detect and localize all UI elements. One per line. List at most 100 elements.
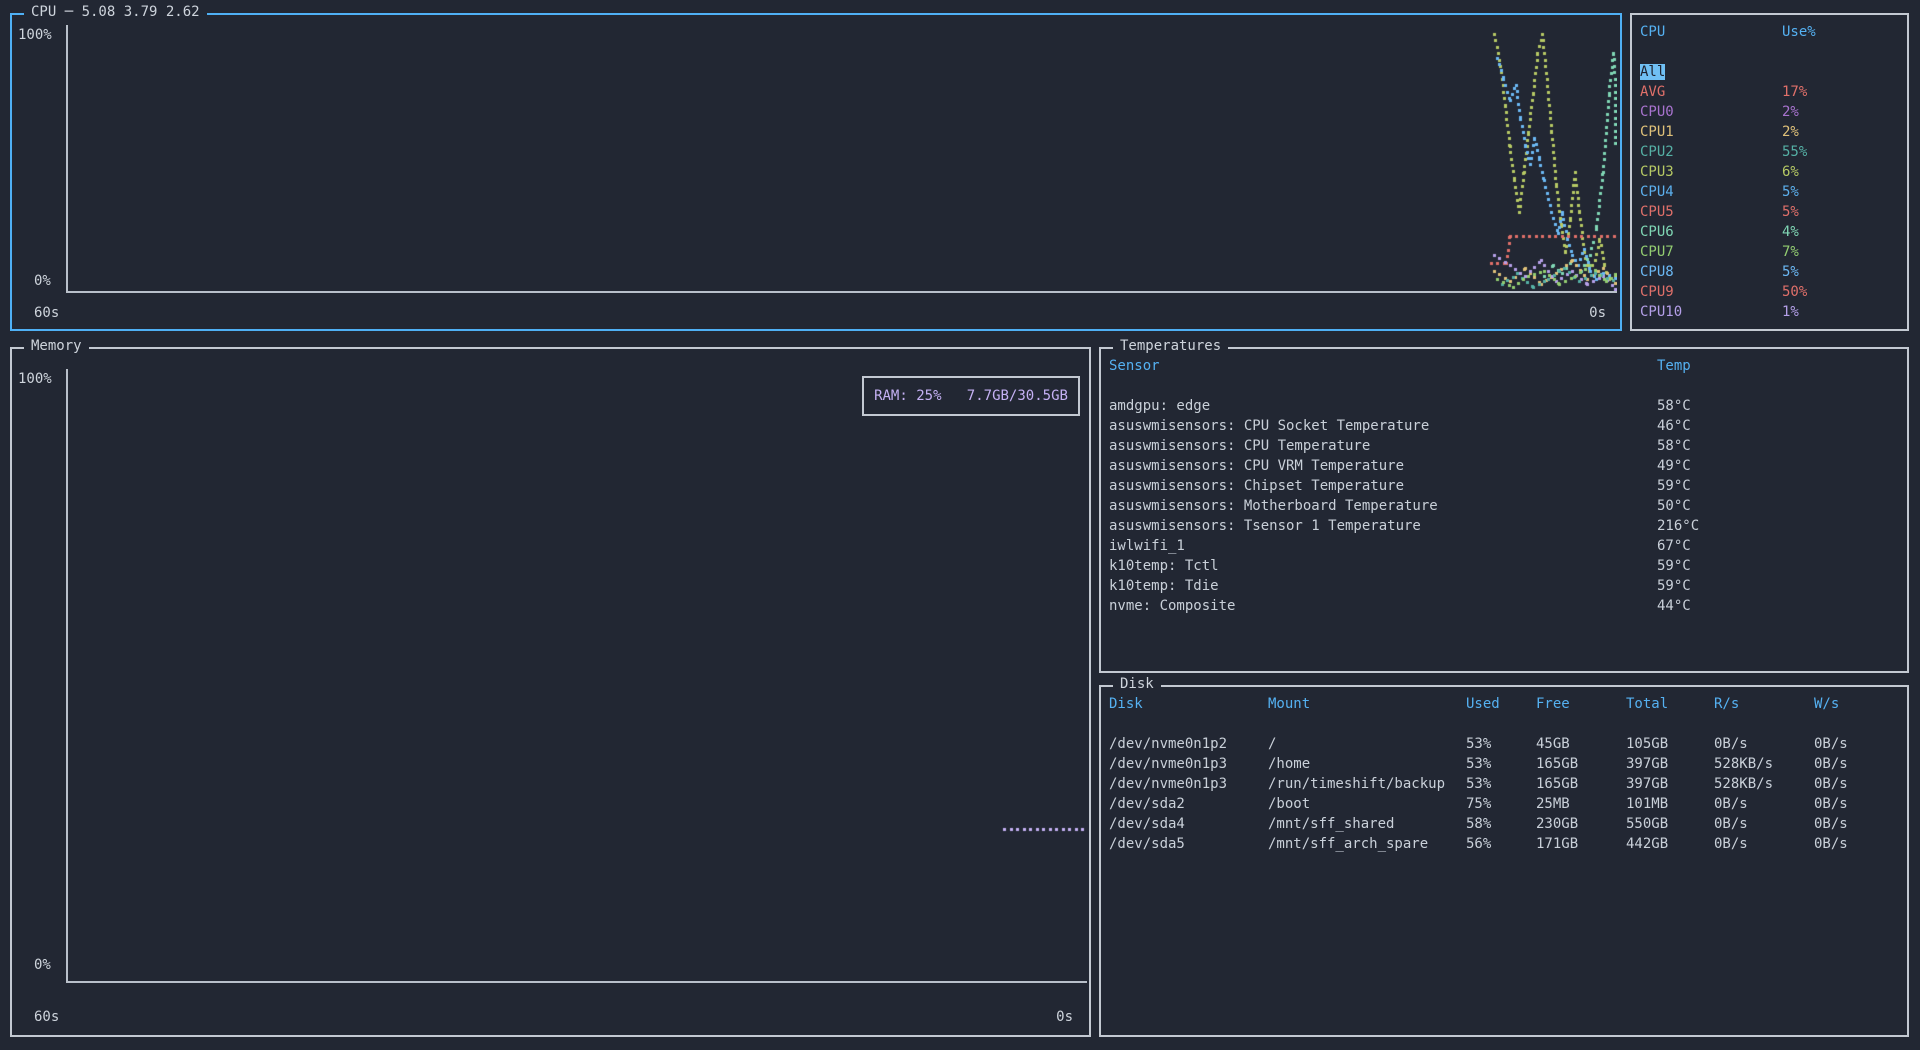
memory-panel[interactable]: Memory 100% 0% 60s 0s RAM: 25% 7.7GB/30.… bbox=[10, 347, 1091, 1037]
sensor-temp: 59°C bbox=[1657, 556, 1907, 576]
disk-row[interactable]: /dev/nvme0n1p3/home53%165GB397GB528KB/s0… bbox=[1101, 754, 1907, 774]
disk-row[interactable]: /dev/sda4/mnt/sff_shared58%230GB550GB0B/… bbox=[1101, 814, 1907, 834]
cpu-graph-panel[interactable]: CPU ─ 5.08 3.79 2.62 100% 0% 60s 0s bbox=[10, 13, 1622, 331]
cpu-row-cpu10[interactable]: CPU10 1% bbox=[1632, 302, 1907, 322]
cpu-row-label: CPU4 bbox=[1640, 184, 1674, 200]
temp-row[interactable]: asuswmisensors: Motherboard Temperature5… bbox=[1101, 496, 1907, 516]
temp-row[interactable]: asuswmisensors: Tsensor 1 Temperature216… bbox=[1101, 516, 1907, 536]
disk-table-header: DiskMountUsedFreeTotalR/sW/s bbox=[1101, 694, 1907, 714]
sensor-temp: 58°C bbox=[1657, 396, 1907, 416]
cpu-row-cpu0[interactable]: CPU02% bbox=[1632, 102, 1907, 122]
memory-x-left-label: 60s bbox=[34, 1009, 59, 1025]
sensor-name: asuswmisensors: CPU Socket Temperature bbox=[1109, 416, 1657, 436]
sensor-temp: 67°C bbox=[1657, 536, 1907, 556]
cpu-row-label: CPU8 bbox=[1640, 264, 1674, 280]
disk-device: /dev/nvme0n1p2 bbox=[1109, 734, 1268, 754]
disk-mount: /boot bbox=[1268, 794, 1466, 814]
sensor-name: k10temp: Tctl bbox=[1109, 556, 1657, 576]
cpu-row-cpu3[interactable]: CPU36% bbox=[1632, 162, 1907, 182]
cpu-row-cpu1[interactable]: CPU12% bbox=[1632, 122, 1907, 142]
disk-write-rate: 0B/s bbox=[1814, 774, 1907, 794]
disk-used: 53% bbox=[1466, 754, 1536, 774]
disk-total: 550GB bbox=[1626, 814, 1714, 834]
cpu-row-cpu2[interactable]: CPU255% bbox=[1632, 142, 1907, 162]
cpu-row-label: CPU10 bbox=[1640, 304, 1682, 320]
cpu-row-cpu6[interactable]: CPU64% bbox=[1632, 222, 1907, 242]
sensor-temp: 58°C bbox=[1657, 436, 1907, 456]
temp-row[interactable]: k10temp: Tdie59°C bbox=[1101, 576, 1907, 596]
disk-write-rate: 0B/s bbox=[1814, 834, 1907, 854]
disk-free: 165GB bbox=[1536, 774, 1626, 794]
cpu-y-max-label: 100% bbox=[18, 27, 52, 43]
temp-row[interactable]: asuswmisensors: CPU VRM Temperature49°C bbox=[1101, 456, 1907, 476]
cpu-row-label: All bbox=[1640, 64, 1665, 80]
cpu-row-value: 2% bbox=[1782, 122, 1907, 142]
temp-row[interactable]: k10temp: Tctl59°C bbox=[1101, 556, 1907, 576]
disk-mount: /home bbox=[1268, 754, 1466, 774]
cpu-table-panel[interactable]: CPU Use% AllAVG17%CPU02%CPU12%CPU255%CPU… bbox=[1630, 13, 1909, 331]
cpu-row-avg[interactable]: AVG17% bbox=[1632, 82, 1907, 102]
cpu-plot-area bbox=[66, 25, 1617, 293]
cpu-row-label: CPU0 bbox=[1640, 104, 1674, 120]
cpu-panel-title: CPU ─ 5.08 3.79 2.62 bbox=[24, 4, 207, 20]
disk-write-rate: 0B/s bbox=[1814, 734, 1907, 754]
sensor-col-header: Sensor bbox=[1109, 356, 1657, 376]
cpu-row-value: 1% bbox=[1782, 302, 1907, 322]
temp-row[interactable]: nvme: Composite44°C bbox=[1101, 596, 1907, 616]
cpu-row-cpu4[interactable]: CPU4 5% bbox=[1632, 182, 1907, 202]
temperatures-panel[interactable]: Temperatures Sensor Temp amdgpu: edge58°… bbox=[1099, 347, 1909, 673]
disk-used: 53% bbox=[1466, 774, 1536, 794]
disk-row[interactable]: /dev/sda2/boot75%25MB101MB0B/s0B/s bbox=[1101, 794, 1907, 814]
cpu-row-value: 55% bbox=[1782, 142, 1907, 162]
cpu-row-label-cell: CPU6 bbox=[1640, 222, 1782, 242]
cpu-row-all[interactable]: All bbox=[1632, 62, 1907, 82]
disk-table-spacer bbox=[1101, 714, 1907, 734]
disk-free: 45GB bbox=[1536, 734, 1626, 754]
cpu-row-cpu8[interactable]: CPU85% bbox=[1632, 262, 1907, 282]
cpu-row-cpu9[interactable]: CPU950% bbox=[1632, 282, 1907, 302]
disk-row[interactable]: /dev/nvme0n1p2/53%45GB105GB0B/s0B/s bbox=[1101, 734, 1907, 754]
disk-device: /dev/nvme0n1p3 bbox=[1109, 774, 1268, 794]
sensor-temp: 216°C bbox=[1657, 516, 1907, 536]
cpu-row-value: 6% bbox=[1782, 162, 1907, 182]
temp-row[interactable]: asuswmisensors: CPU Temperature58°C bbox=[1101, 436, 1907, 456]
disk-read-rate: 528KB/s bbox=[1714, 774, 1814, 794]
cpu-usage-chart bbox=[68, 25, 1617, 291]
disk-mount: /mnt/sff_shared bbox=[1268, 814, 1466, 834]
disk-row[interactable]: /dev/sda5/mnt/sff_arch_spare56%171GB442G… bbox=[1101, 834, 1907, 854]
disk-col-header: Used bbox=[1466, 694, 1536, 714]
cpu-row-label: CPU5 bbox=[1640, 204, 1674, 220]
cpu-x-left-label: 60s bbox=[34, 305, 59, 321]
temps-table-rows: amdgpu: edge58°Casuswmisensors: CPU Sock… bbox=[1101, 396, 1907, 616]
disk-row[interactable]: /dev/nvme0n1p3/run/timeshift/backup53%16… bbox=[1101, 774, 1907, 794]
temp-row[interactable]: iwlwifi_167°C bbox=[1101, 536, 1907, 556]
cpu-row-label-cell: CPU2 bbox=[1640, 142, 1782, 162]
cpu-row-label-cell: CPU8 bbox=[1640, 262, 1782, 282]
cpu-row-label-cell: CPU0 bbox=[1640, 102, 1782, 122]
cpu-row-cpu7[interactable]: CPU77% bbox=[1632, 242, 1907, 262]
disk-col-header: R/s bbox=[1714, 694, 1814, 714]
sensor-temp: 46°C bbox=[1657, 416, 1907, 436]
cpu-y-min-label: 0% bbox=[34, 273, 51, 289]
disk-panel[interactable]: Disk DiskMountUsedFreeTotalR/sW/s /dev/n… bbox=[1099, 685, 1909, 1037]
memory-usage-chart bbox=[68, 369, 1087, 981]
cpu-row-label-cell: CPU10 bbox=[1640, 302, 1782, 322]
cpu-row-value: 5% bbox=[1782, 182, 1907, 202]
disk-total: 397GB bbox=[1626, 754, 1714, 774]
disk-mount: /run/timeshift/backup bbox=[1268, 774, 1466, 794]
disk-free: 171GB bbox=[1536, 834, 1626, 854]
cpu-row-label: CPU7 bbox=[1640, 244, 1674, 260]
disk-device: /dev/sda4 bbox=[1109, 814, 1268, 834]
temp-row[interactable]: amdgpu: edge58°C bbox=[1101, 396, 1907, 416]
disk-col-header: Disk bbox=[1109, 694, 1268, 714]
temp-row[interactable]: asuswmisensors: Chipset Temperature59°C bbox=[1101, 476, 1907, 496]
disk-total: 101MB bbox=[1626, 794, 1714, 814]
temp-row[interactable]: asuswmisensors: CPU Socket Temperature46… bbox=[1101, 416, 1907, 436]
sensor-name: nvme: Composite bbox=[1109, 596, 1657, 616]
cpu-x-right-label: 0s bbox=[1589, 305, 1606, 321]
cpu-row-label-cell: All bbox=[1640, 62, 1782, 82]
cpu-row-label-cell: CPU1 bbox=[1640, 122, 1782, 142]
disk-used: 58% bbox=[1466, 814, 1536, 834]
cpu-row-cpu5[interactable]: CPU55% bbox=[1632, 202, 1907, 222]
disk-col-header: Total bbox=[1626, 694, 1714, 714]
